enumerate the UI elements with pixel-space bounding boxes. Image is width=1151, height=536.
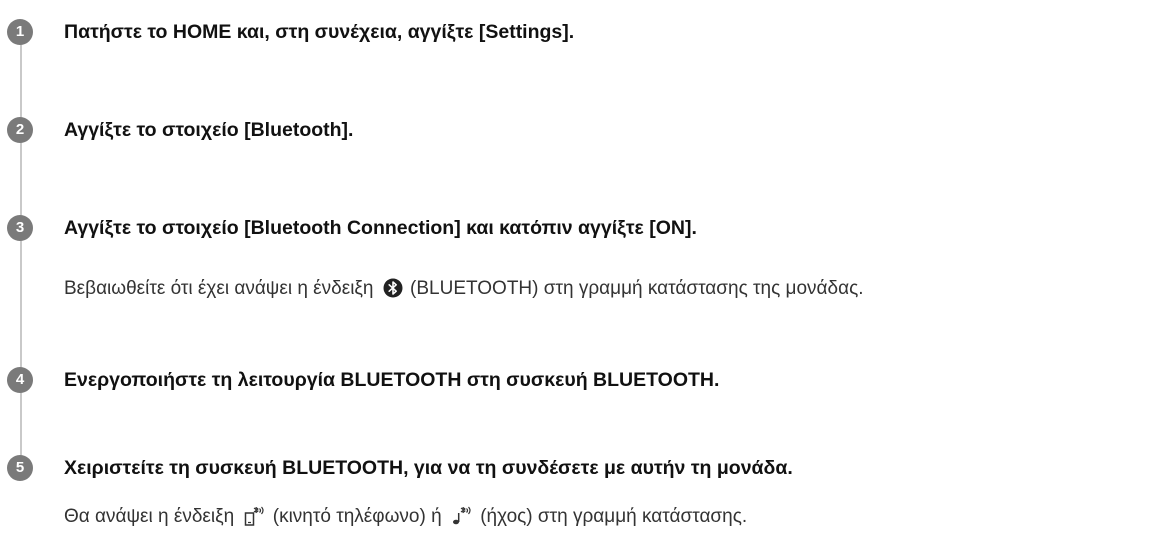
step-description-text: Βεβαιωθείτε ότι έχει ανάψει η ένδειξη <box>64 278 374 299</box>
step-description-text: (κινητό τηλέφωνο) ή <box>272 506 442 527</box>
step-description-text: (ήχος) στη γραμμή κατάστασης. <box>480 506 748 527</box>
mobile-phone-bluetooth-icon <box>243 506 265 533</box>
step-number-badge: 5 <box>7 455 33 481</box>
step-title: Αγγίξτε το στοιχείο [Bluetooth]. <box>64 119 354 141</box>
step-number-badge: 3 <box>7 215 33 241</box>
step-connector-line <box>20 26 22 466</box>
step-title: Ενεργοποιήστε τη λειτουργία BLUETOOTH στ… <box>64 369 720 391</box>
step-number-badge: 2 <box>7 117 33 143</box>
step-title: Αγγίξτε το στοιχείο [Bluetooth Connectio… <box>64 217 697 239</box>
step-title: Χειριστείτε τη συσκευή BLUETOOTH, για να… <box>64 457 793 479</box>
step-description: Θα ανάψει η ένδειξη (κινητό τηλέφωνο) ή <box>64 505 747 533</box>
audio-bluetooth-icon <box>451 506 473 533</box>
bluetooth-icon <box>383 278 403 305</box>
step-number-badge: 1 <box>7 19 33 45</box>
step-description: Βεβαιωθείτε ότι έχει ανάψει η ένδειξη (B… <box>64 277 864 305</box>
step-description-text: Θα ανάψει η ένδειξη <box>64 506 235 527</box>
step-number-badge: 4 <box>7 367 33 393</box>
instruction-steps: 1 Πατήστε το HOME και, στη συνέχεια, αγγ… <box>0 0 1151 536</box>
step-title: Πατήστε το HOME και, στη συνέχεια, αγγίξ… <box>64 21 575 43</box>
step-description-text: (BLUETOOTH) στη γραμμή κατάστασης της μο… <box>410 278 864 299</box>
